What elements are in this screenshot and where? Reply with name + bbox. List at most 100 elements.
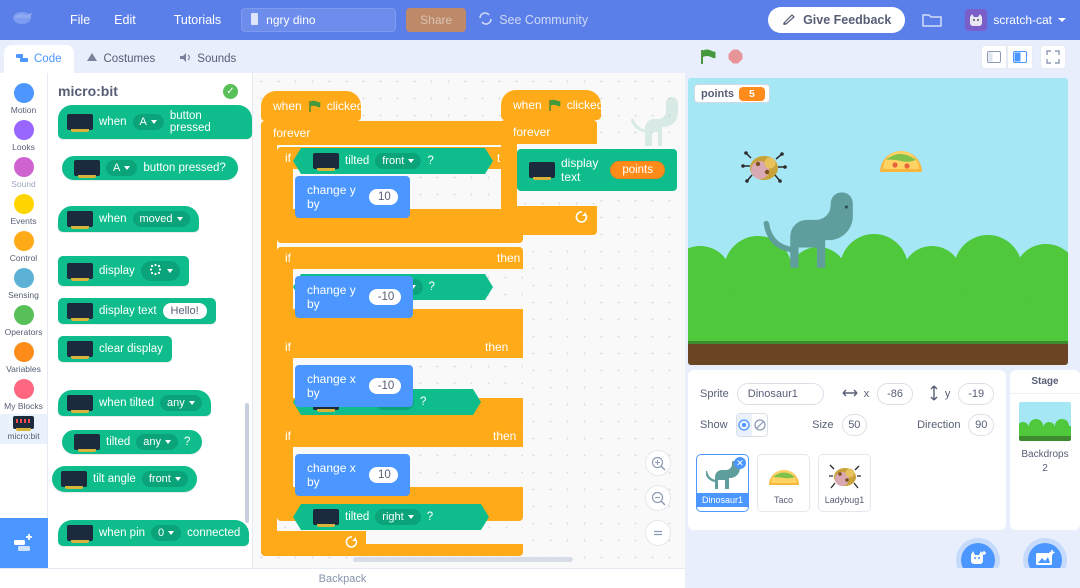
- category-events[interactable]: Events: [0, 192, 47, 229]
- category-my-blocks[interactable]: My Blocks: [0, 377, 47, 414]
- microbit-chip-icon: [67, 211, 93, 229]
- matrix-dropdown-button[interactable]: [140, 261, 180, 281]
- if-label: if: [285, 251, 291, 265]
- y-input[interactable]: -19: [958, 383, 995, 405]
- palette-block-when-moved[interactable]: when moved: [58, 206, 252, 232]
- stage-panel-title: Stage: [1010, 370, 1080, 394]
- dropdown-button[interactable]: 0: [151, 525, 182, 541]
- category-motion[interactable]: Motion: [0, 81, 47, 118]
- text-input-field[interactable]: Hello!: [162, 303, 207, 319]
- palette-block-display-text[interactable]: display text Hello!: [58, 298, 252, 324]
- palette-block-clear-display[interactable]: clear display: [58, 336, 252, 362]
- palette-block-when-tilted[interactable]: when tilted any: [58, 390, 252, 416]
- add-extension-button[interactable]: [0, 518, 48, 568]
- dropdown-button[interactable]: A: [106, 160, 138, 176]
- dropdown-button[interactable]: front: [375, 153, 422, 169]
- forever-block-2-label-row[interactable]: forever: [501, 120, 573, 144]
- number-input[interactable]: -10: [368, 289, 401, 305]
- backdrops-count: 2: [1042, 463, 1048, 474]
- category-looks[interactable]: Looks: [0, 118, 47, 155]
- fullscreen-icon[interactable]: [1040, 44, 1066, 69]
- tilted-boolean-4[interactable]: tilted right ?: [293, 504, 489, 530]
- menu-tutorials[interactable]: Tutorials: [162, 7, 233, 33]
- menu-edit[interactable]: Edit: [102, 7, 148, 33]
- share-button[interactable]: Share: [406, 8, 467, 32]
- editor-tabs: Code Costumes Sounds: [0, 40, 252, 73]
- zoom-reset-icon[interactable]: [645, 520, 671, 546]
- tilted-boolean-1[interactable]: tilted front ?: [293, 148, 493, 174]
- palette-block-tilt-angle[interactable]: tilt angle front: [52, 466, 252, 492]
- number-input[interactable]: -10: [368, 378, 401, 394]
- change-x-block-1[interactable]: change x by -10: [295, 365, 413, 407]
- sprite-name-input[interactable]: Dinosaur1: [736, 383, 824, 405]
- change-x-block-2[interactable]: change x by 10: [295, 454, 410, 496]
- direction-input[interactable]: 90: [968, 414, 994, 436]
- size-input[interactable]: 50: [841, 414, 868, 436]
- account-menu[interactable]: scratch-cat: [965, 9, 1066, 31]
- block-palette[interactable]: micro:bit ✓ when A button pressed A butt…: [48, 73, 253, 568]
- when-flag-clicked-hat-2[interactable]: when clicked: [501, 90, 603, 120]
- backpack-bar[interactable]: Backpack: [0, 568, 685, 588]
- points-variable-monitor[interactable]: points 5: [694, 84, 770, 103]
- large-stage-icon[interactable]: [1007, 44, 1033, 69]
- category-operators[interactable]: Operators: [0, 303, 47, 340]
- palette-block-tilted-q[interactable]: tilted any ?: [62, 430, 252, 454]
- dropdown-button[interactable]: A: [132, 114, 164, 130]
- block-text-pre: tilted: [106, 436, 131, 448]
- tab-code[interactable]: Code: [4, 45, 74, 73]
- tab-costumes[interactable]: Costumes: [73, 45, 168, 73]
- stop-sign-icon[interactable]: [728, 49, 743, 64]
- palette-block-when-button-pressed[interactable]: when A button pressed: [58, 105, 252, 139]
- palette-block-when-pin-connected[interactable]: when pin 0 connected: [58, 520, 252, 546]
- palette-scrollbar[interactable]: [245, 403, 249, 523]
- change-y-block-1[interactable]: change y by 10: [295, 176, 410, 218]
- category-variables[interactable]: Variables: [0, 340, 47, 377]
- dropdown-button[interactable]: front: [141, 471, 188, 487]
- dropdown-button[interactable]: moved: [132, 211, 190, 227]
- when-flag-clicked-hat-1[interactable]: when clicked: [261, 91, 363, 121]
- scratch-logo-icon[interactable]: [10, 9, 38, 31]
- palette-block-button-pressed-q[interactable]: A button pressed?: [62, 156, 252, 180]
- dropdown-button[interactable]: any: [136, 434, 179, 450]
- workspace-horizontal-scrollbar[interactable]: [353, 557, 573, 562]
- small-stage-icon[interactable]: [981, 44, 1007, 69]
- delete-badge-icon[interactable]: ✕: [734, 457, 746, 469]
- category-control[interactable]: Control: [0, 229, 47, 266]
- sprite-card-ladybug1[interactable]: Ladybug1: [818, 454, 871, 512]
- eye-show-icon[interactable]: [736, 414, 752, 436]
- code-workspace[interactable]: when clicked forever if tilted front ? t…: [253, 73, 685, 568]
- green-flag-icon[interactable]: [699, 48, 717, 66]
- checkmark-icon[interactable]: ✓: [223, 83, 238, 99]
- palette-block-display-matrix[interactable]: display: [58, 256, 252, 286]
- project-title-input[interactable]: ngry dino: [241, 8, 397, 32]
- sprite-card-taco[interactable]: Taco: [757, 454, 810, 512]
- zoom-out-icon[interactable]: [645, 485, 671, 511]
- menu-file[interactable]: File: [58, 7, 102, 33]
- display-text-block[interactable]: display text points: [517, 149, 677, 191]
- eye-hide-icon[interactable]: [752, 414, 767, 436]
- see-community-button[interactable]: See Community: [478, 12, 588, 28]
- give-feedback-button[interactable]: Give Feedback: [768, 7, 906, 33]
- change-y-block-2[interactable]: change y by -10: [295, 276, 413, 318]
- zoom-in-icon[interactable]: [645, 450, 671, 476]
- dropdown-button[interactable]: right: [375, 509, 421, 525]
- category-my-blocks-label: My Blocks: [4, 401, 43, 411]
- sprite-list: ✕ Dinosaur1 Taco Ladybug1: [688, 448, 1006, 530]
- forever-block-label-row[interactable]: forever: [261, 121, 333, 145]
- sprite-card-dinosaur1[interactable]: ✕ Dinosaur1: [696, 454, 749, 512]
- number-input[interactable]: 10: [368, 467, 398, 483]
- dropdown-button[interactable]: any: [159, 395, 202, 411]
- x-input[interactable]: -86: [877, 383, 913, 405]
- category-sensing[interactable]: Sensing: [0, 266, 47, 303]
- sound-dot-icon: [13, 157, 34, 177]
- points-variable-oval[interactable]: points: [610, 161, 665, 179]
- folder-icon[interactable]: [921, 11, 947, 29]
- stage-selector-panel[interactable]: Stage Backdrops 2: [1010, 370, 1080, 530]
- stage-area[interactable]: points 5: [688, 78, 1068, 365]
- microbit-chip-icon: [74, 434, 100, 452]
- tab-sounds[interactable]: Sounds: [167, 45, 249, 73]
- category-sound[interactable]: Sound: [0, 155, 47, 192]
- number-input[interactable]: 10: [368, 189, 398, 205]
- category-operators-label: Operators: [4, 327, 43, 337]
- category-microbit[interactable]: micro:bit: [0, 414, 47, 444]
